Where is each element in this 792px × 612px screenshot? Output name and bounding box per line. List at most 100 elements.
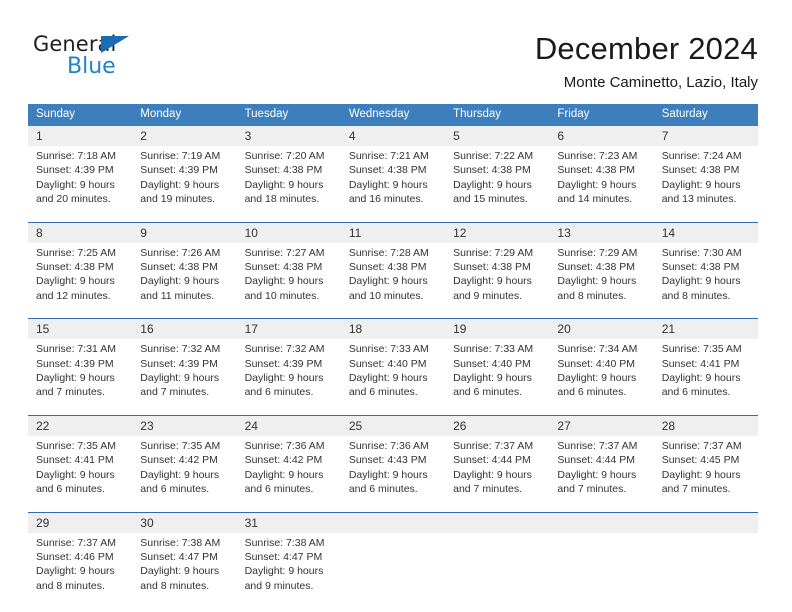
daylight-text-line1: Daylight: 9 hours — [140, 468, 220, 481]
daylight-text-line2: and 12 minutes. — [36, 289, 111, 302]
sunset-text: Sunset: 4:39 PM — [244, 357, 323, 370]
daylight-text-line2: and 6 minutes. — [453, 386, 523, 399]
day-number[interactable]: 22 — [28, 416, 132, 436]
day-number[interactable]: 2 — [132, 126, 236, 146]
day-number-empty — [341, 513, 445, 533]
day-number[interactable]: 24 — [237, 416, 341, 436]
day-number[interactable]: 10 — [237, 223, 341, 243]
day-number[interactable]: 19 — [445, 319, 549, 339]
day-number[interactable]: 12 — [445, 223, 549, 243]
sunrise-text: Sunrise: 7:20 AM — [244, 150, 325, 162]
day-cell[interactable]: Sunrise: 7:36 AM Sunset: 4:43 PM Dayligh… — [341, 436, 445, 505]
day-number[interactable]: 28 — [654, 416, 758, 436]
day-cell[interactable]: Sunrise: 7:31 AM Sunset: 4:39 PM Dayligh… — [28, 339, 132, 408]
sunset-text: Sunset: 4:42 PM — [140, 454, 218, 467]
day-cell[interactable]: Sunrise: 7:21 AM Sunset: 4:38 PM Dayligh… — [341, 146, 445, 215]
day-cell[interactable]: Sunrise: 7:34 AM Sunset: 4:40 PM Dayligh… — [549, 339, 653, 408]
day-cell[interactable]: Sunrise: 7:37 AM Sunset: 4:44 PM Dayligh… — [549, 436, 653, 505]
daylight-text-line2: and 6 minutes. — [36, 483, 105, 496]
week-detail-band: Sunrise: 7:18 AM Sunset: 4:39 PM Dayligh… — [28, 146, 758, 215]
day-cell[interactable]: Sunrise: 7:26 AM Sunset: 4:38 PM Dayligh… — [132, 243, 236, 312]
title-block: December 2024 Monte Caminetto, Lazio, It… — [238, 30, 758, 94]
day-cell[interactable]: Sunrise: 7:25 AM Sunset: 4:38 PM Dayligh… — [28, 243, 132, 312]
day-number[interactable]: 7 — [654, 126, 758, 146]
day-number[interactable]: 8 — [28, 223, 132, 243]
day-cell[interactable]: Sunrise: 7:35 AM Sunset: 4:41 PM Dayligh… — [654, 339, 758, 408]
day-cell[interactable]: Sunrise: 7:38 AM Sunset: 4:47 PM Dayligh… — [132, 533, 236, 602]
day-cell[interactable]: Sunrise: 7:33 AM Sunset: 4:40 PM Dayligh… — [445, 339, 549, 408]
calendar-grid: Sunday Monday Tuesday Wednesday Thursday… — [28, 104, 758, 602]
day-number[interactable]: 29 — [28, 513, 132, 533]
day-number[interactable]: 13 — [549, 223, 653, 243]
sunset-text: Sunset: 4:39 PM — [36, 164, 114, 177]
day-number[interactable]: 21 — [654, 319, 758, 339]
day-cell[interactable]: Sunrise: 7:23 AM Sunset: 4:38 PM Dayligh… — [549, 146, 653, 215]
sunset-text: Sunset: 4:38 PM — [244, 164, 323, 177]
day-number[interactable]: 25 — [341, 416, 445, 436]
day-cell[interactable]: Sunrise: 7:19 AM Sunset: 4:39 PM Dayligh… — [132, 146, 236, 215]
day-cell[interactable]: Sunrise: 7:37 AM Sunset: 4:44 PM Dayligh… — [445, 436, 549, 505]
week-number-band: 22 23 24 25 26 27 28 — [28, 415, 758, 436]
day-cell[interactable]: Sunrise: 7:38 AM Sunset: 4:47 PM Dayligh… — [237, 533, 341, 602]
sunset-text: Sunset: 4:38 PM — [36, 261, 114, 274]
day-cell[interactable]: Sunrise: 7:20 AM Sunset: 4:38 PM Dayligh… — [237, 146, 341, 215]
day-number[interactable]: 9 — [132, 223, 236, 243]
daylight-text-line2: and 11 minutes. — [140, 289, 215, 302]
sunset-text: Sunset: 4:41 PM — [36, 454, 114, 467]
day-cell[interactable]: Sunrise: 7:28 AM Sunset: 4:38 PM Dayligh… — [341, 243, 445, 312]
day-cell[interactable]: Sunrise: 7:29 AM Sunset: 4:38 PM Dayligh… — [549, 243, 653, 312]
day-cell[interactable]: Sunrise: 7:29 AM Sunset: 4:38 PM Dayligh… — [445, 243, 549, 312]
sunrise-text: Sunrise: 7:29 AM — [557, 246, 638, 259]
weekday-header-row: Sunday Monday Tuesday Wednesday Thursday… — [28, 104, 758, 126]
weekday-wednesday: Wednesday — [348, 108, 410, 120]
day-number[interactable]: 6 — [549, 126, 653, 146]
day-number[interactable]: 3 — [237, 126, 341, 146]
day-number[interactable]: 27 — [549, 416, 653, 436]
daylight-text-line2: and 10 minutes. — [348, 289, 424, 302]
day-cell[interactable]: Sunrise: 7:32 AM Sunset: 4:39 PM Dayligh… — [237, 339, 341, 408]
daylight-text-line2: and 8 minutes. — [36, 579, 105, 592]
weekday-saturday: Saturday — [661, 108, 708, 120]
day-cell[interactable]: Sunrise: 7:32 AM Sunset: 4:39 PM Dayligh… — [132, 339, 236, 408]
day-number[interactable]: 20 — [549, 319, 653, 339]
day-cell[interactable]: Sunrise: 7:24 AM Sunset: 4:38 PM Dayligh… — [654, 146, 758, 215]
day-number[interactable]: 18 — [341, 319, 445, 339]
day-cell[interactable]: Sunrise: 7:30 AM Sunset: 4:38 PM Dayligh… — [654, 243, 758, 312]
day-number[interactable]: 30 — [132, 513, 236, 533]
day-number[interactable]: 1 — [28, 126, 132, 146]
sunrise-text: Sunrise: 7:29 AM — [453, 246, 534, 259]
daylight-text-line1: Daylight: 9 hours — [557, 178, 637, 191]
day-number[interactable]: 16 — [132, 319, 236, 339]
day-number[interactable]: 31 — [237, 513, 341, 533]
sunrise-text: Sunrise: 7:24 AM — [661, 150, 742, 162]
day-cell[interactable]: Sunrise: 7:37 AM Sunset: 4:46 PM Dayligh… — [28, 533, 132, 602]
day-cell[interactable]: Sunrise: 7:27 AM Sunset: 4:38 PM Dayligh… — [237, 243, 341, 312]
day-cell[interactable]: Sunrise: 7:35 AM Sunset: 4:42 PM Dayligh… — [132, 436, 236, 505]
day-cell[interactable]: Sunrise: 7:18 AM Sunset: 4:39 PM Dayligh… — [28, 146, 132, 215]
day-number[interactable]: 17 — [237, 319, 341, 339]
general-blue-logo[interactable]: General Blue — [33, 32, 173, 84]
day-number[interactable]: 4 — [341, 126, 445, 146]
day-cell[interactable]: Sunrise: 7:35 AM Sunset: 4:41 PM Dayligh… — [28, 436, 132, 505]
daylight-text-line1: Daylight: 9 hours — [453, 372, 532, 385]
week-row: 29 30 31 Sunrise: 7:37 AM Sunset: 4:46 P… — [28, 511, 758, 602]
day-number[interactable]: 11 — [341, 223, 445, 243]
day-number[interactable]: 5 — [445, 126, 549, 146]
day-cell[interactable]: Sunrise: 7:37 AM Sunset: 4:45 PM Dayligh… — [654, 436, 758, 505]
daylight-text-line2: and 8 minutes. — [140, 579, 210, 592]
day-cell[interactable]: Sunrise: 7:36 AM Sunset: 4:42 PM Dayligh… — [237, 436, 341, 505]
week-number-band: 15 16 17 18 19 20 21 — [28, 319, 758, 340]
day-number[interactable]: 26 — [445, 416, 549, 436]
day-number[interactable]: 23 — [132, 416, 236, 436]
daylight-text-line2: and 6 minutes. — [348, 483, 418, 496]
sunset-text: Sunset: 4:38 PM — [557, 261, 636, 274]
page-subtitle: Monte Caminetto, Lazio, Italy — [563, 74, 758, 91]
weekday-friday: Friday — [557, 108, 590, 120]
day-cell[interactable]: Sunrise: 7:33 AM Sunset: 4:40 PM Dayligh… — [341, 339, 445, 408]
day-number[interactable]: 14 — [654, 223, 758, 243]
daylight-text-line2: and 9 minutes. — [244, 579, 314, 592]
sunrise-text: Sunrise: 7:26 AM — [140, 246, 221, 259]
daylight-text-line2: and 14 minutes. — [557, 193, 633, 206]
day-cell[interactable]: Sunrise: 7:22 AM Sunset: 4:38 PM Dayligh… — [445, 146, 549, 215]
day-number[interactable]: 15 — [28, 319, 132, 339]
